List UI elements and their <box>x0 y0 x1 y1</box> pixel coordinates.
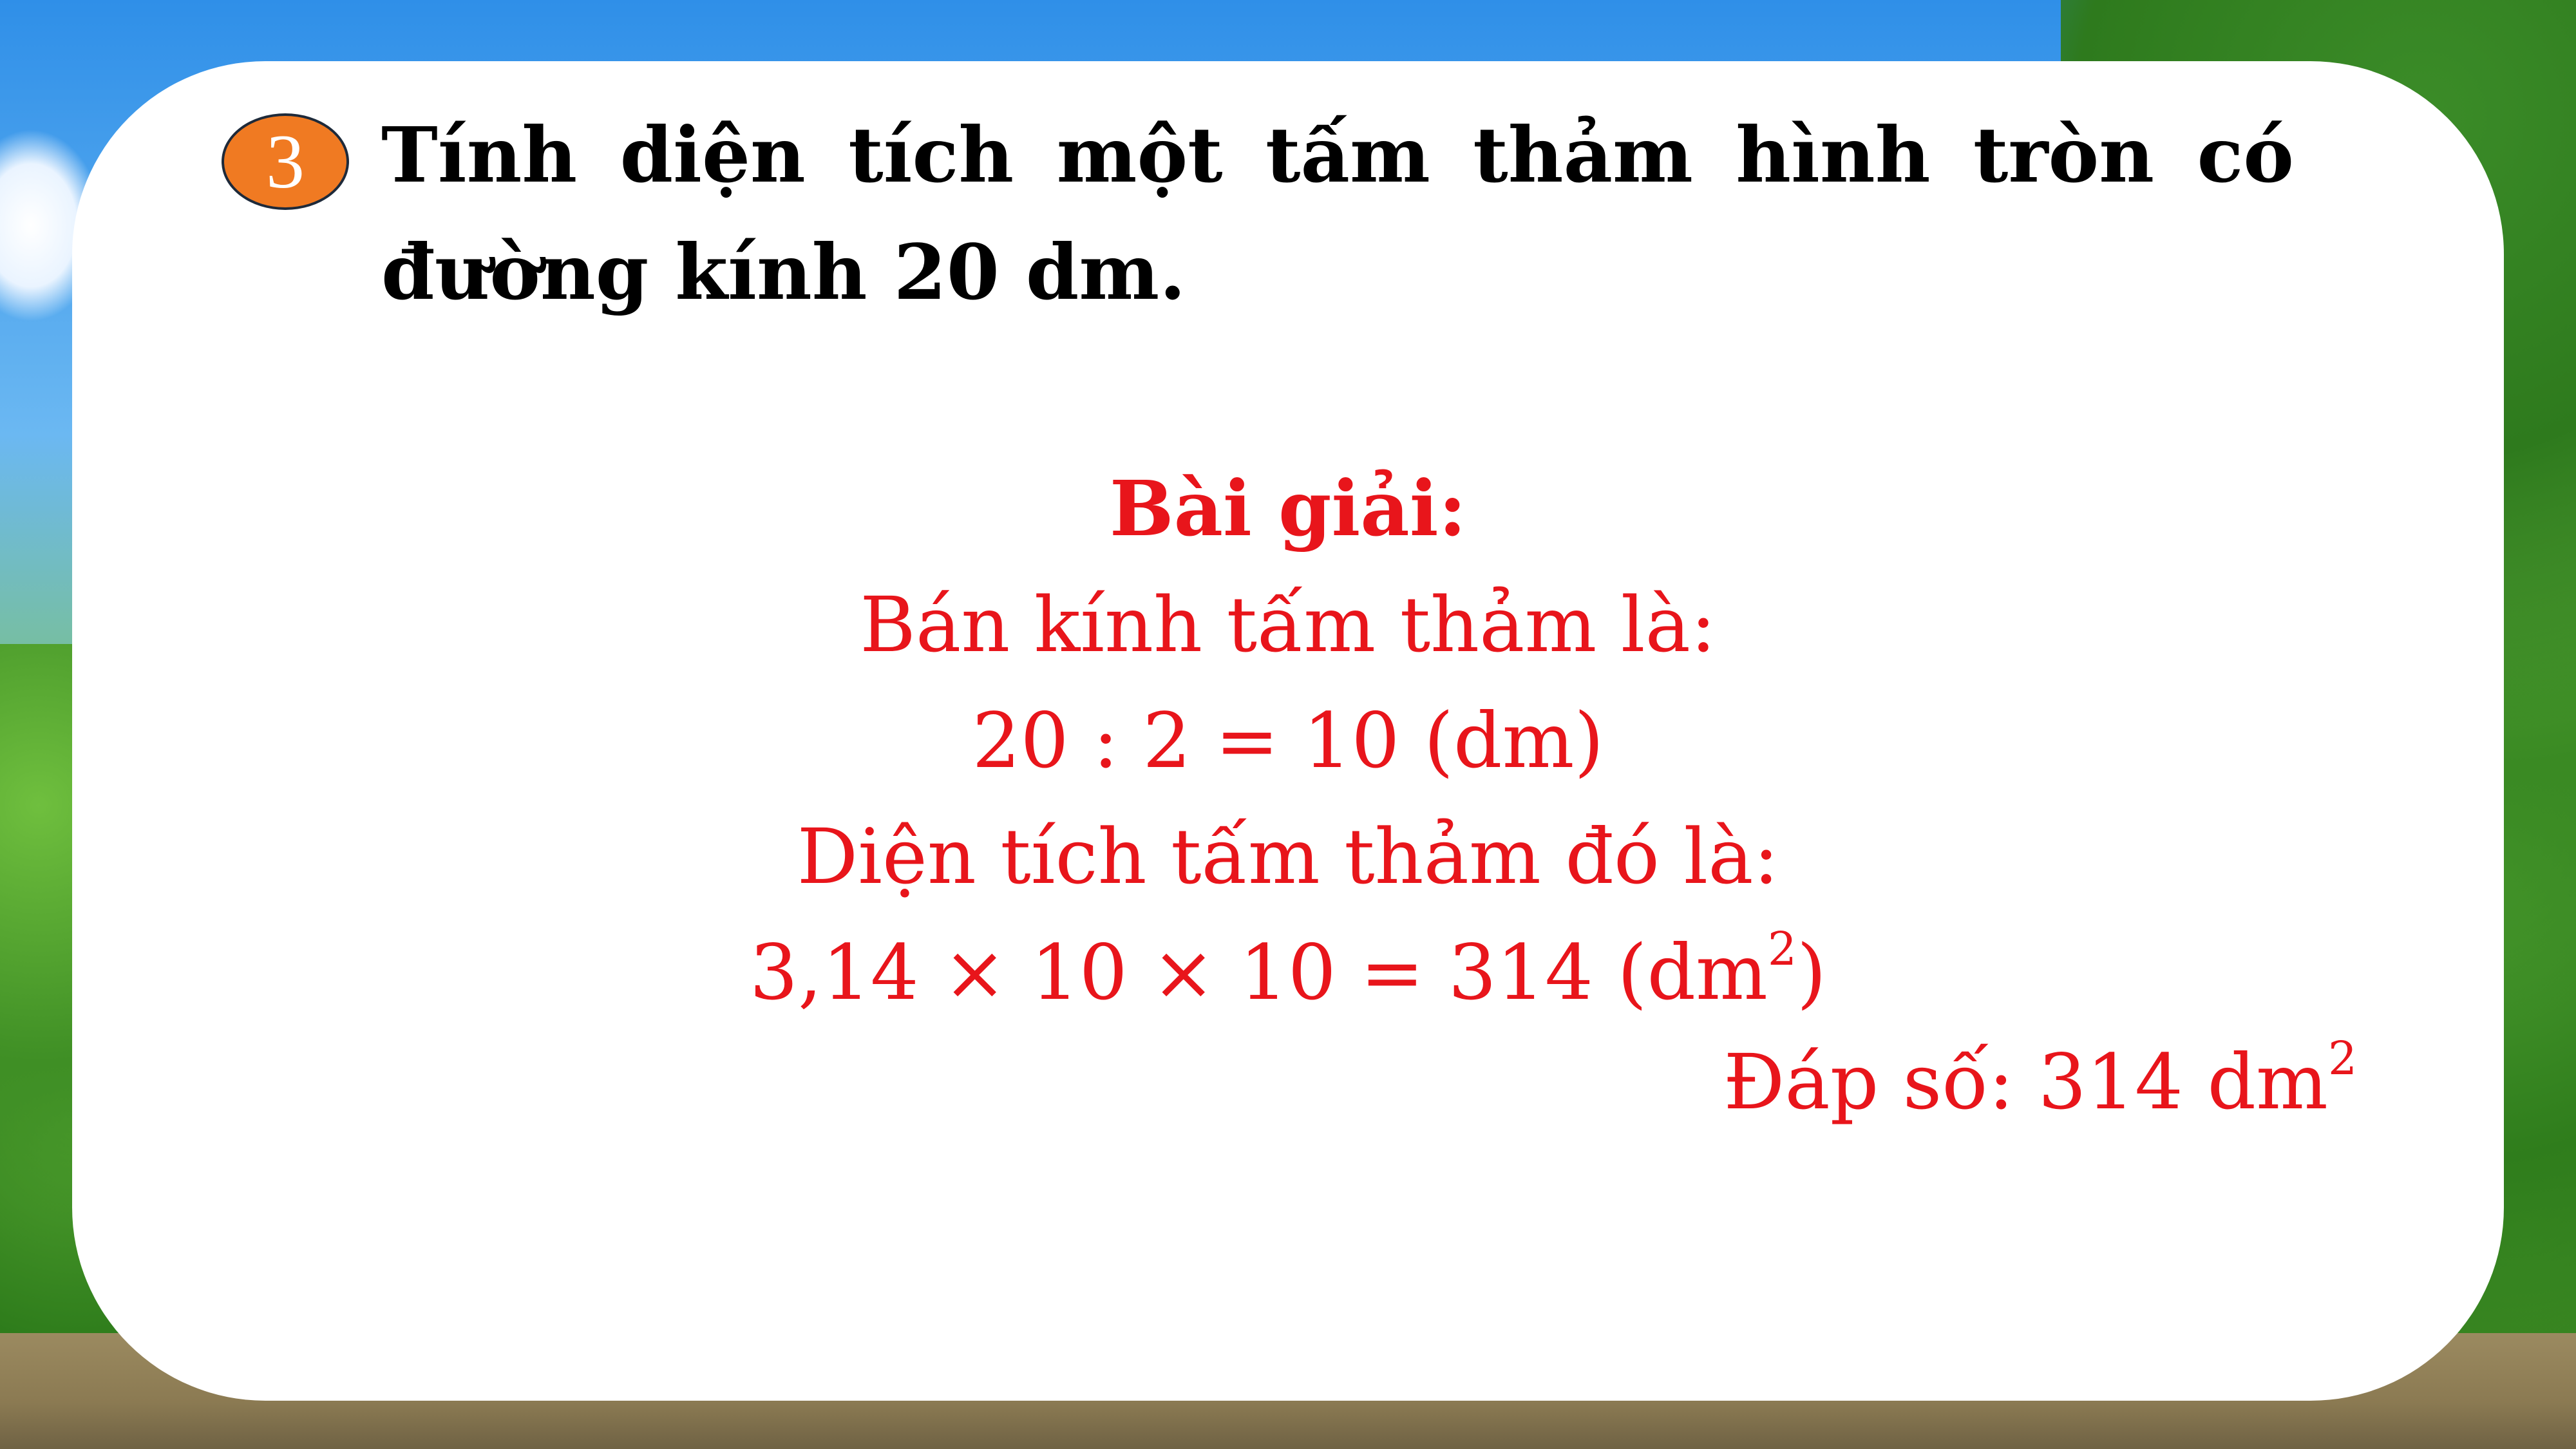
question-text: Tính diện tích một tấm thảm hình tròn có… <box>381 110 2294 317</box>
answer-exponent: 2 <box>2327 1031 2357 1085</box>
solution-heading: Bài giải: <box>1109 464 1467 553</box>
solution-block: Bài giải: Bán kính tấm thảm là: 20 : 2 =… <box>72 451 2504 1030</box>
step2-calc-exponent: 2 <box>1767 922 1797 976</box>
step2-calc-main: 3,14 × 10 × 10 = 314 (dm <box>750 928 1768 1017</box>
step1-calculation: 20 : 2 = 10 (dm) <box>972 696 1604 785</box>
final-answer: Đáp số: 314 dm2 <box>1723 1024 2357 1140</box>
step2-label: Diện tích tấm thảm đó là: <box>797 812 1779 901</box>
question-number: 3 <box>266 118 305 204</box>
step2-calc-close: ) <box>1796 928 1826 1017</box>
answer-main: Đáp số: 314 dm <box>1723 1037 2328 1126</box>
step2-calculation: 3,14 × 10 × 10 = 314 (dm2) <box>72 914 2504 1030</box>
step1-label: Bán kính tấm thảm là: <box>860 580 1716 669</box>
question-number-badge: 3 <box>222 113 349 210</box>
